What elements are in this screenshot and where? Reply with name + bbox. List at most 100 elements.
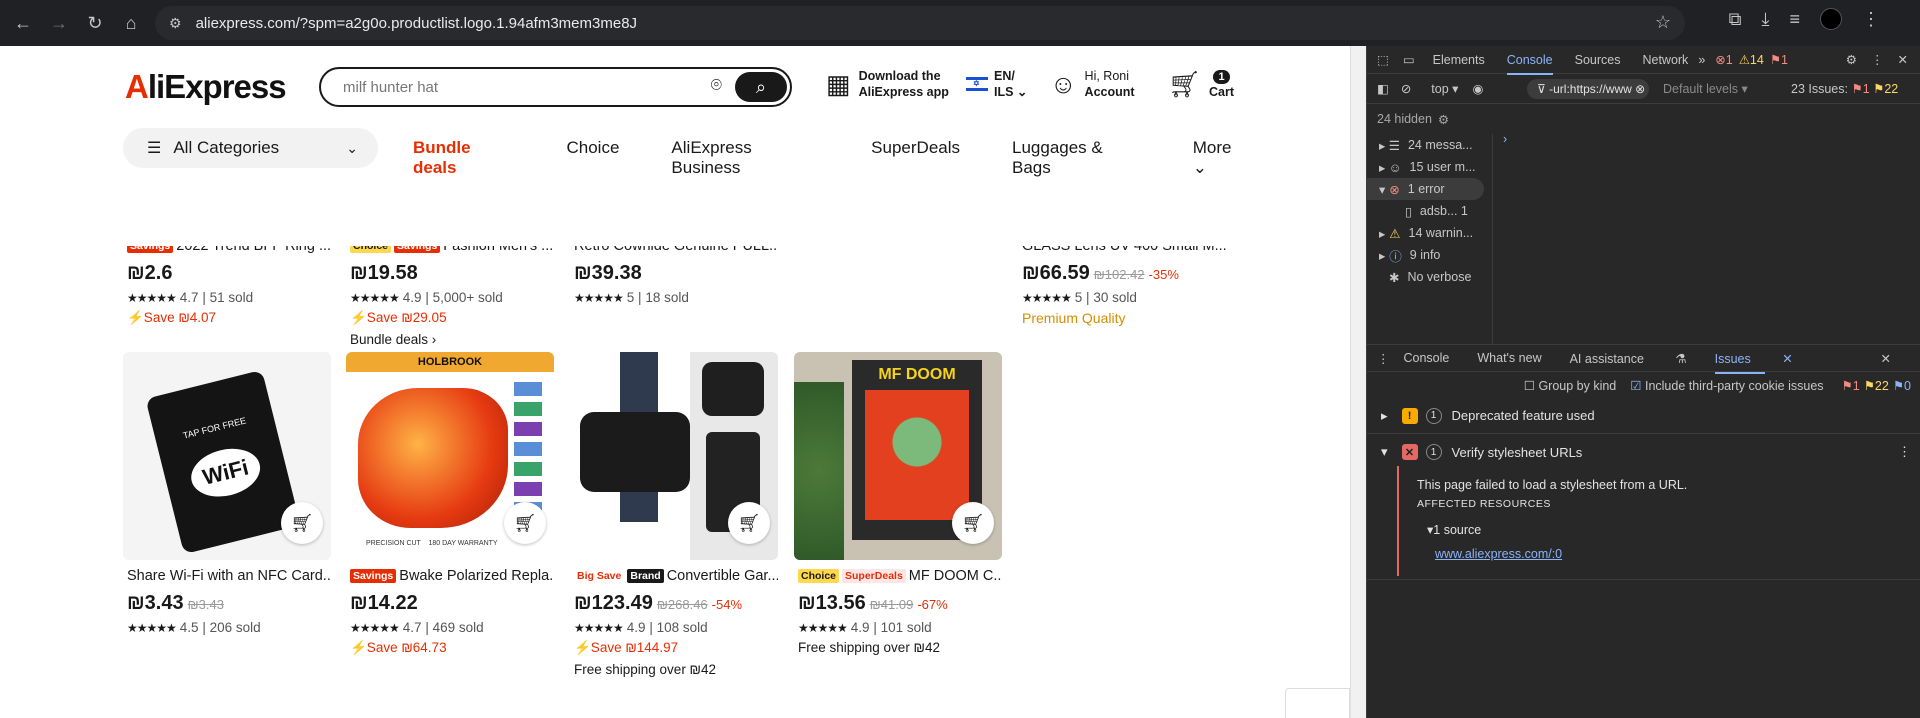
drawer-menu-icon[interactable]: ⋮ <box>1377 351 1390 366</box>
tab-console[interactable]: Console <box>1506 53 1553 75</box>
inspect-icon[interactable]: ⬚ <box>1377 52 1389 67</box>
menu-icon[interactable]: ⋮ <box>1862 9 1880 30</box>
issues-summary[interactable]: 23 Issues: ⚑1 ⚑22 <box>1791 81 1898 96</box>
floating-widget[interactable] <box>1285 688 1350 718</box>
star-rating-icon: ★★★★★ <box>350 291 400 305</box>
nav-luggages-bags[interactable]: Luggages & Bags <box>1012 138 1141 178</box>
top-navigation: Bundle deals Choice AliExpress Business … <box>413 138 1350 178</box>
drawer-tab-whats-new[interactable]: What's new <box>1477 351 1541 365</box>
more-tabs-icon[interactable]: » <box>1698 53 1705 67</box>
eye-icon[interactable]: ◉ <box>1472 81 1483 96</box>
third-party-checkbox[interactable]: ☑ Include third-party cookie issues <box>1630 378 1823 393</box>
nav-aliexpress-business[interactable]: AliExpress Business <box>671 138 819 178</box>
search-button[interactable]: ⌕ <box>735 72 787 102</box>
product-title[interactable]: Share Wi-Fi with an NFC Card... <box>127 568 331 584</box>
nav-choice[interactable]: Choice <box>567 138 620 178</box>
sidebar-item-errors[interactable]: ▾ ⊗ 1 error <box>1367 178 1484 200</box>
issue-counter[interactable]: ⚑1 <box>1770 52 1788 67</box>
product-image[interactable]: TAP FOR FREE WiFi 🛒︎ <box>123 352 331 560</box>
tab-sources[interactable]: Sources <box>1575 53 1621 67</box>
download-icon[interactable]: ⤓ <box>1762 9 1770 30</box>
warning-badge-icon: ! <box>1401 407 1418 424</box>
drawer-tab-ai-assistance[interactable]: AI assistance ⚗ <box>1570 351 1687 366</box>
console-settings-icon[interactable]: ⚙ <box>1438 112 1449 127</box>
download-app[interactable]: ▦ Download the AliExpress app <box>826 68 949 100</box>
add-to-cart-icon[interactable]: 🛒︎ <box>728 502 770 544</box>
settings-gear-icon[interactable]: ⚙ <box>1846 52 1857 67</box>
cart-button[interactable]: 🛒︎ 1 Cart <box>1168 68 1234 100</box>
product-title[interactable]: Big Save Brand Convertible Gar... <box>574 568 778 584</box>
product-price: ₪3.43 ₪3.43 <box>127 592 224 614</box>
sidebar-item-messages[interactable]: ▸ ☰ 24 messa... <box>1367 134 1492 156</box>
kebab-menu-icon[interactable]: ⋮ <box>1871 52 1884 67</box>
hidden-row: 24 hidden ⚙ <box>1377 112 1450 127</box>
home-icon[interactable]: ⌂ <box>116 8 146 38</box>
sidebar-toggle-icon[interactable]: ◧ <box>1377 81 1389 96</box>
nav-superdeals[interactable]: SuperDeals <box>871 138 960 178</box>
drawer-tabbar: ⋮ Console What's new AI assistance ⚗ Iss… <box>1367 344 1920 374</box>
product-title[interactable]: Choice SuperDeals MF DOOM C... <box>798 568 1002 584</box>
issue-verify-stylesheet[interactable]: ▾ ✕ 1 Verify stylesheet URLs ⋮ <box>1367 434 1920 470</box>
bookmark-star-icon[interactable]: ☆ <box>1655 12 1671 33</box>
language-currency[interactable]: ✡ EN/ILS ⌄ <box>966 68 1027 100</box>
sidebar-item-verbose[interactable]: ✱ No verbose <box>1367 266 1492 288</box>
issue-menu-icon[interactable]: ⋮ <box>1898 444 1911 460</box>
product-price: ₪2.6 <box>127 262 173 284</box>
resource-link[interactable]: www.aliexpress.com/:0 <box>1417 547 1907 561</box>
tab-elements[interactable]: Elements <box>1433 53 1485 67</box>
forward-icon[interactable]: → <box>44 8 74 38</box>
product-title[interactable]: Savings Bwake Polarized Repla... <box>350 568 554 584</box>
product-image[interactable]: 🛒︎ <box>570 352 778 560</box>
close-devtools-icon[interactable]: ✕ <box>1898 52 1908 67</box>
context-select[interactable]: top ▾ <box>1431 81 1458 96</box>
aliexpress-logo[interactable]: AliExpress <box>125 68 287 106</box>
profile-avatar[interactable] <box>1820 8 1842 30</box>
camera-search-icon[interactable]: ⌾ <box>711 75 722 97</box>
extensions-icon[interactable]: ⧉ <box>1729 9 1742 30</box>
product-rating: ★★★★★ 5 | 30 sold <box>1022 290 1137 305</box>
group-by-kind-checkbox[interactable]: ☐ Group by kind <box>1524 378 1617 393</box>
log-levels-select[interactable]: Default levels ▾ <box>1663 81 1748 96</box>
sidebar-item-warnings[interactable]: ▸ ⚠ 14 warnin... <box>1367 222 1492 244</box>
add-to-cart-icon[interactable]: 🛒︎ <box>504 502 546 544</box>
close-drawer-icon[interactable]: ✕ <box>1881 351 1891 366</box>
console-prompt[interactable]: › <box>1503 132 1507 146</box>
chevron-down-icon: ⌄ <box>346 139 358 156</box>
nav-more[interactable]: More ⌄ <box>1193 138 1298 178</box>
clear-console-icon[interactable]: ⊘ <box>1401 81 1411 96</box>
add-to-cart-icon[interactable]: 🛒︎ <box>281 502 323 544</box>
add-to-cart-icon[interactable]: 🛒︎ <box>952 502 994 544</box>
reload-icon[interactable]: ↻ <box>80 8 110 38</box>
back-icon[interactable]: ← <box>8 8 38 38</box>
issue-deprecated-feature[interactable]: ▸ ! 1 Deprecated feature used <box>1367 398 1920 434</box>
all-categories-button[interactable]: ☰ All Categories ⌄ <box>123 128 378 168</box>
sources-toggle[interactable]: ▾1 source <box>1417 522 1907 537</box>
sidebar-item-user-messages[interactable]: ▸ ☺ 15 user m... <box>1367 156 1492 178</box>
warning-counter[interactable]: ⚠14 <box>1739 52 1764 67</box>
drawer-tab-issues[interactable]: Issues ✕ <box>1714 351 1793 374</box>
nav-bundle-deals[interactable]: Bundle deals <box>413 138 515 178</box>
site-header: AliExpress milf hunter hat ⌾ ⌕ ▦ Downloa… <box>0 46 1350 246</box>
error-counter[interactable]: ⊗1 <box>1715 52 1732 67</box>
product-rating: ★★★★★ 4.9 | 5,000+ sold <box>350 290 503 305</box>
address-bar[interactable]: ⚙ aliexpress.com/?spm=a2g0o.productlist.… <box>155 6 1685 40</box>
device-toolbar-icon[interactable]: ▭ <box>1403 52 1415 67</box>
product-price: ₪66.59 ₪102.42 -35% <box>1022 262 1179 284</box>
product-extra[interactable]: Bundle deals › <box>350 332 436 347</box>
page-scrollbar[interactable] <box>1350 46 1366 718</box>
console-filter-input[interactable]: ⊽ -url:https://www ⊗ <box>1527 79 1649 99</box>
console-sidebar: ▸ ☰ 24 messa... ▸ ☺ 15 user m... ▾ ⊗ 1 e… <box>1367 134 1493 344</box>
site-info-icon[interactable]: ⚙ <box>169 15 182 32</box>
save-amount: ⚡Save ₪144.97 <box>574 640 679 655</box>
sidebar-item-adsb[interactable]: ▯ adsb... 1 <box>1367 200 1492 222</box>
search-input[interactable]: milf hunter hat ⌾ ⌕ <box>319 67 792 107</box>
product-image[interactable]: HOLBROOK PRECISION CUT 180 DAY WARRANTY 🛒︎ <box>346 352 554 560</box>
drawer-tab-console[interactable]: Console <box>1404 351 1450 365</box>
account-menu[interactable]: ☺ Hi, Roni Account <box>1050 68 1135 100</box>
tab-network[interactable]: Network <box>1642 53 1688 67</box>
product-price: ₪19.58 <box>350 262 418 284</box>
media-icon[interactable]: ≡ <box>1789 9 1800 30</box>
product-image[interactable]: MF DOOM 🛒︎ <box>794 352 1002 560</box>
sidebar-item-info[interactable]: ▸ ⓘ 9 info <box>1367 244 1492 266</box>
product-tag: SuperDeals <box>842 569 906 583</box>
